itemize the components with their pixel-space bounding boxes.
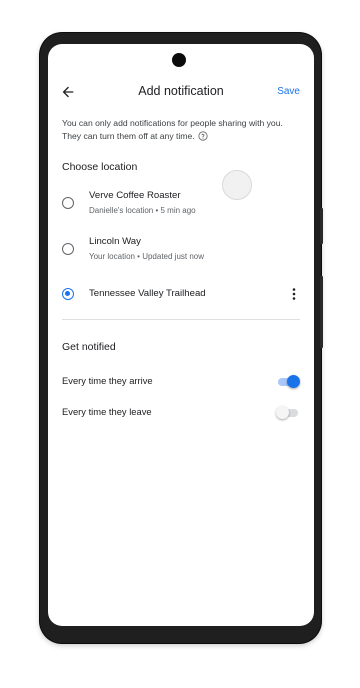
divider: [62, 319, 300, 320]
get-notified-heading: Get notified: [62, 341, 116, 353]
radio-button[interactable]: [62, 243, 74, 255]
notify-arrive-toggle[interactable]: [276, 375, 300, 389]
location-option-lincoln-way[interactable]: Lincoln Way Your location • Updated just…: [48, 231, 314, 271]
help-circle-icon[interactable]: [198, 131, 208, 141]
save-button[interactable]: Save: [277, 86, 300, 97]
location-name: Tennessee Valley Trailhead: [89, 288, 206, 299]
toggle-thumb: [287, 375, 300, 388]
more-vert-icon[interactable]: [292, 288, 296, 300]
location-option-tennessee-valley-trailhead[interactable]: Tennessee Valley Trailhead: [48, 280, 314, 308]
choose-location-heading: Choose location: [62, 161, 138, 173]
radio-button[interactable]: [62, 197, 74, 209]
toggle-thumb: [276, 406, 289, 419]
touch-indicator: [222, 170, 252, 200]
notify-arrive-label: Every time they arrive: [62, 375, 153, 386]
location-option-verve-coffee-roaster[interactable]: Verve Coffee Roaster Danielle's location…: [48, 184, 314, 224]
location-subtitle: Your location • Updated just now: [89, 252, 205, 261]
radio-button-selected[interactable]: [62, 288, 74, 300]
notify-leave-label: Every time they leave: [62, 406, 152, 417]
stage: Add notification Save You can only add n…: [0, 0, 360, 688]
location-name: Verve Coffee Roaster: [89, 190, 181, 201]
location-name: Lincoln Way: [89, 236, 141, 247]
volume-button: [320, 208, 323, 244]
location-subtitle: Danielle's location • 5 min ago: [89, 206, 196, 215]
front-camera: [172, 53, 186, 67]
info-text: You can only add notifications for peopl…: [62, 118, 283, 141]
notify-leave-toggle[interactable]: [276, 406, 300, 420]
info-message: You can only add notifications for peopl…: [62, 117, 290, 143]
page-title: Add notification: [138, 84, 224, 98]
notify-leave-row: Every time they leave: [48, 401, 314, 425]
notify-arrive-row: Every time they arrive: [48, 370, 314, 394]
power-button: [320, 276, 323, 348]
phone-screen: Add notification Save You can only add n…: [48, 44, 314, 626]
